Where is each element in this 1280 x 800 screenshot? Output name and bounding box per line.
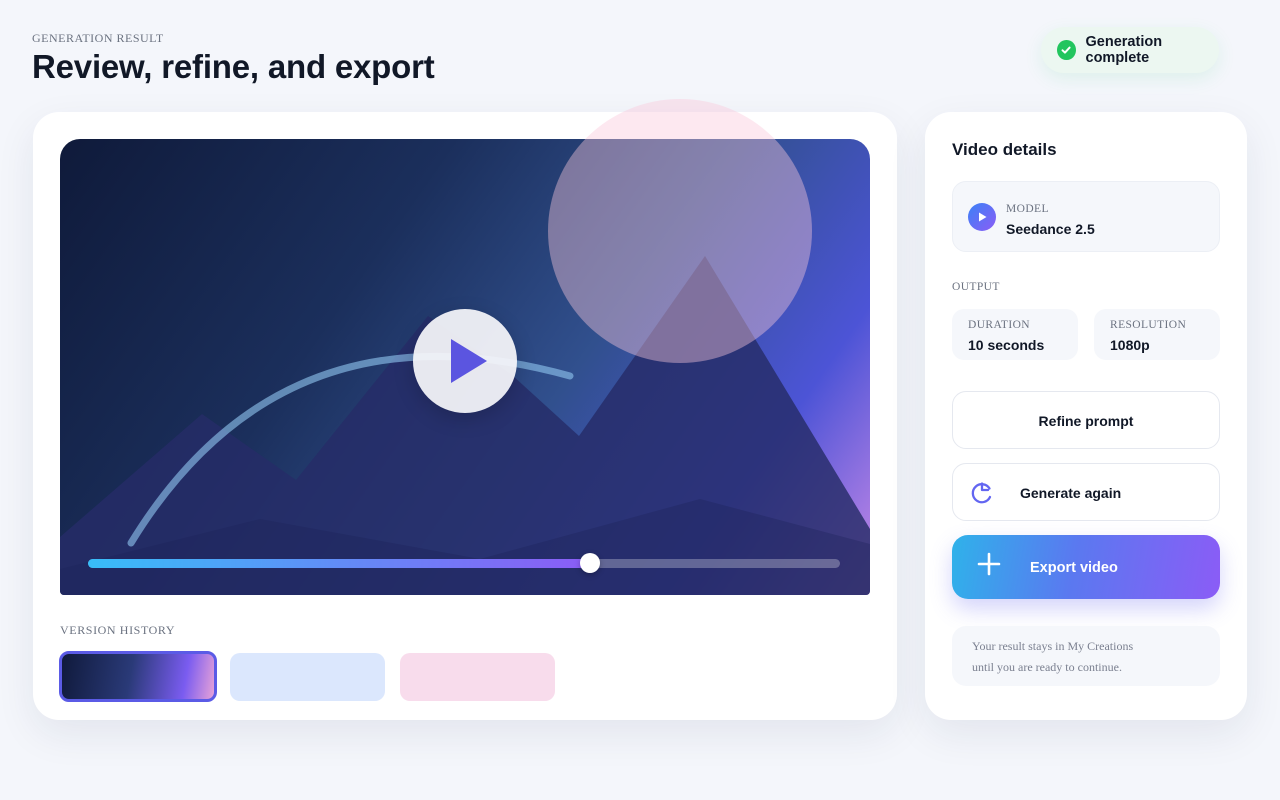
note-line-2: until you are ready to continue. [972, 660, 1122, 674]
refine-prompt-button[interactable]: Refine prompt [952, 391, 1220, 449]
sun-shape [548, 99, 812, 363]
model-caption: MODEL [1006, 203, 1049, 215]
status-label: Generation complete [1085, 34, 1163, 66]
play-button[interactable] [413, 309, 517, 413]
status-badge: Generation complete [1041, 27, 1219, 73]
play-circle-icon [968, 203, 996, 231]
page-eyebrow: GENERATION RESULT [32, 31, 164, 45]
version-history-label: VERSION HISTORY [60, 623, 176, 637]
info-note [952, 626, 1220, 686]
output-label: OUTPUT [952, 281, 1000, 293]
duration-value: 10 seconds [968, 337, 1045, 353]
plus-icon [977, 552, 1001, 576]
resolution-value: 1080p [1110, 337, 1150, 353]
generate-again-label: Generate again [1020, 485, 1122, 501]
play-icon [451, 339, 487, 383]
refresh-icon [971, 482, 992, 504]
version-thumbnail-1[interactable] [59, 651, 217, 702]
export-video-label: Export video [1030, 560, 1118, 576]
resolution-caption: RESOLUTION [1110, 319, 1187, 331]
version-thumbnail-2[interactable] [230, 653, 385, 701]
progress-fill [88, 559, 591, 568]
generate-again-button[interactable]: Generate again [952, 463, 1220, 521]
model-value: Seedance 2.5 [1006, 221, 1095, 237]
details-title: Video details [952, 140, 1057, 159]
duration-caption: DURATION [968, 319, 1030, 331]
check-circle-icon [1057, 40, 1076, 60]
version-thumbnail-3[interactable] [400, 653, 555, 701]
note-line-1: Your result stays in My Creations [972, 639, 1134, 653]
progress-bar[interactable] [88, 553, 840, 573]
export-video-button[interactable]: Export video [952, 535, 1220, 599]
refine-prompt-label: Refine prompt [1038, 413, 1134, 429]
page-title: Review, refine, and export [32, 48, 435, 85]
